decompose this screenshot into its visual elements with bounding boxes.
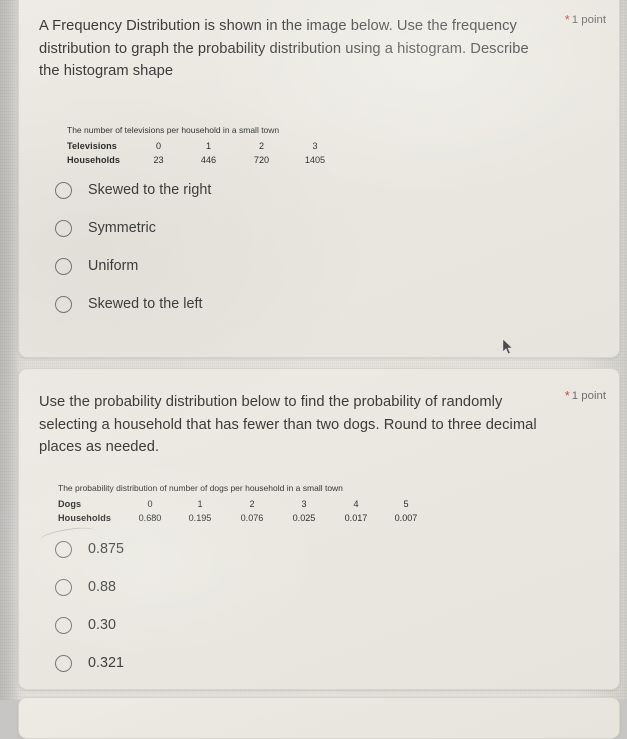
table-cell: 1 — [197, 499, 203, 510]
table-row-label: Households — [67, 155, 121, 166]
question-2-header: Use the probability distribution below t… — [39, 391, 545, 459]
question-2-text: Use the probability distribution below t… — [39, 394, 537, 455]
radio-button-icon[interactable] — [55, 540, 72, 558]
table-cell: 0.025 — [292, 513, 316, 524]
question-card-3-partial — [18, 697, 620, 739]
radio-button-icon[interactable] — [55, 616, 72, 634]
question-1-table: Televisions 0 1 2 3 Households 23 446 72… — [67, 139, 342, 167]
option-uniform[interactable]: Uniform — [55, 247, 211, 285]
question-1-header: A Frequency Distribution is shown in the… — [39, 15, 545, 83]
question-1-frequency-table: The number of televisions per household … — [67, 125, 342, 167]
table-cell: 0.017 — [344, 513, 368, 524]
table-row-label: Televisions — [67, 141, 117, 152]
table-cell: 0.195 — [188, 513, 212, 524]
question-2-points-label: 1 point — [571, 390, 606, 402]
option-label: 0.875 — [88, 541, 125, 557]
option-0-321[interactable]: 0.321 — [55, 644, 124, 682]
question-2-table-caption: The probability distribution of number o… — [58, 483, 343, 493]
option-label: 0.30 — [88, 617, 117, 633]
table-cell: 0.007 — [394, 513, 418, 524]
table-cell: 2 — [258, 141, 265, 152]
question-2-probability-table: The probability distribution of number o… — [58, 483, 430, 525]
question-card-2: Use the probability distribution below t… — [18, 368, 620, 690]
option-skewed-to-the-right[interactable]: Skewed to the right — [55, 171, 211, 209]
option-0-30[interactable]: 0.30 — [55, 606, 124, 644]
radio-button-icon[interactable] — [55, 654, 72, 672]
table-cell: 0 — [147, 499, 153, 510]
question-2-table: Dogs 0 1 2 3 4 5 Households 0.680 0.195 … — [58, 497, 430, 525]
option-0-875[interactable]: 0.875 — [55, 530, 124, 568]
table-cell: 23 — [153, 155, 164, 166]
table-cell: 0 — [155, 141, 162, 152]
table-cell: 446 — [200, 155, 217, 166]
question-2-options: 0.875 0.88 0.30 0.321 — [55, 530, 124, 682]
radio-button-icon[interactable] — [55, 181, 72, 199]
option-label: 0.88 — [88, 579, 117, 595]
required-asterisk-icon: * — [564, 388, 570, 403]
table-cell: 4 — [353, 499, 359, 510]
option-0-88[interactable]: 0.88 — [55, 568, 124, 606]
table-row: Households 0.680 0.195 0.076 0.025 0.017… — [58, 511, 430, 525]
radio-button-icon[interactable] — [55, 295, 72, 313]
table-cell: 1 — [205, 141, 212, 152]
table-cell: 720 — [253, 155, 270, 166]
question-card-1: A Frequency Distribution is shown in the… — [18, 0, 620, 358]
required-asterisk-icon: * — [564, 12, 570, 27]
table-cell: 3 — [312, 141, 318, 152]
option-label: Symmetric — [88, 220, 156, 236]
table-cell: 1405 — [304, 155, 326, 166]
table-row: Dogs 0 1 2 3 4 5 — [58, 497, 430, 511]
radio-button-icon[interactable] — [55, 578, 72, 596]
option-label: Skewed to the left — [88, 296, 203, 312]
radio-button-icon[interactable] — [55, 219, 72, 237]
option-symmetric[interactable]: Symmetric — [55, 209, 211, 247]
question-1-options: Skewed to the right Symmetric Uniform Sk… — [55, 171, 211, 323]
question-2-points: * 1 point — [565, 388, 606, 403]
option-label: Skewed to the right — [88, 182, 212, 198]
table-cell: 2 — [249, 499, 255, 510]
table-cell: 0.680 — [138, 513, 162, 524]
table-cell: 0.076 — [240, 513, 264, 524]
question-1-text: A Frequency Distribution is shown in the… — [39, 18, 529, 79]
option-label: Uniform — [88, 258, 139, 274]
table-cell: 5 — [403, 499, 409, 510]
table-row-label: Dogs — [58, 499, 82, 510]
question-1-points: * 1 point — [565, 12, 606, 27]
question-1-points-label: 1 point — [571, 14, 606, 26]
table-cell: 3 — [301, 499, 307, 510]
table-row-label: Households — [58, 513, 112, 524]
question-1-table-caption: The number of televisions per household … — [67, 125, 280, 135]
radio-button-icon[interactable] — [55, 257, 72, 275]
option-skewed-to-the-left[interactable]: Skewed to the left — [55, 285, 211, 323]
option-label: 0.321 — [88, 655, 125, 671]
table-row: Televisions 0 1 2 3 — [67, 139, 342, 153]
table-row: Households 23 446 720 1405 — [67, 153, 342, 167]
